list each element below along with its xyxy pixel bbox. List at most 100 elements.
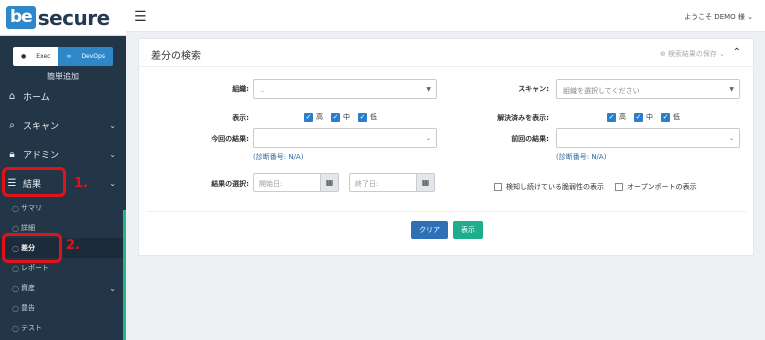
resolved-label: 解決済みを表示:	[497, 114, 549, 122]
sidebar-subitem-label: レポート	[21, 264, 49, 272]
sidebar-subitem-test[interactable]: ○ テスト	[0, 318, 126, 338]
exec-toggle[interactable]: ● Exec	[13, 47, 59, 66]
display-mid-checkbox[interactable]: ✓ 中	[331, 112, 350, 122]
bullet-icon: ○	[12, 323, 19, 333]
result-select-label: 結果の選択:	[211, 180, 249, 188]
divider	[139, 66, 753, 67]
resolved-severity-checkboxes: ✓ 高 ✓ 中 ✓ 低	[607, 112, 680, 122]
previous-result-label: 前回の結果:	[511, 135, 549, 143]
resolved-high-checkbox[interactable]: ✓ 高	[607, 112, 626, 122]
save-search-link[interactable]: ⊕ 検索結果の保存 ⌄	[660, 49, 725, 59]
exec-label: Exec	[36, 53, 51, 60]
checkbox-label: 検知し続けている脆弱性の表示	[506, 183, 604, 191]
calendar-icon[interactable]: ▦	[416, 174, 434, 191]
chevron-down-icon: ⌄	[109, 150, 116, 159]
scan-label: スキャン:	[518, 85, 549, 93]
chevron-down-icon: ⌄	[109, 283, 116, 293]
org-select[interactable]: .. ▼	[253, 79, 437, 99]
welcome-text: ようこそ DEMO 様	[684, 13, 745, 21]
user-menu[interactable]: ようこそ DEMO 様 ⌄	[684, 12, 753, 22]
org-label: 組織:	[232, 85, 249, 93]
search-icon: ⌕	[9, 120, 15, 131]
end-date-input[interactable]: 終了日: ▦	[349, 173, 435, 192]
start-date-placeholder: 開始日:	[259, 180, 283, 188]
checkbox-label: 低	[370, 113, 377, 121]
devops-icon: ∞	[66, 53, 72, 60]
logo-be: be	[6, 6, 36, 29]
caret-down-icon: ▼	[426, 86, 431, 93]
logo[interactable]: be secure	[0, 0, 126, 36]
clear-button[interactable]: クリア	[411, 221, 448, 239]
checkbox-label: 高	[316, 113, 323, 121]
display-high-checkbox[interactable]: ✓ 高	[304, 112, 323, 122]
sidebar-item-admin[interactable]: 🔒︎ アドミン ⌄	[0, 140, 126, 169]
sidebar-item-scan[interactable]: ⌕ スキャン ⌄	[0, 111, 126, 140]
previous-result-select[interactable]: ⌄	[556, 128, 740, 148]
sidebar-subitem-label: 詳細	[21, 224, 35, 232]
checkbox-unchecked-icon	[494, 183, 502, 191]
exec-dot-icon: ●	[21, 53, 27, 60]
checkbox-checked-icon: ✓	[661, 112, 670, 122]
sidebar-item-label: ホーム	[23, 93, 50, 103]
diff-search-panel: 差分の検索 ⊕ 検索結果の保存 ⌄ ⌃ 組織: .. ▼ スキャン: 組織を選択…	[138, 38, 754, 256]
org-select-value: ..	[260, 86, 265, 94]
sidebar-subitem-label: 資産	[21, 284, 35, 292]
bullet-icon: ○	[12, 263, 19, 273]
sidebar-subitem-summary[interactable]: ○ サマリ	[0, 198, 126, 218]
annotation-step-2: 2.	[66, 238, 80, 253]
checkbox-label: 中	[646, 113, 653, 121]
bullet-icon: ○	[12, 223, 19, 233]
sidebar-item-label: スキャン	[23, 122, 60, 132]
resolved-mid-checkbox[interactable]: ✓ 中	[634, 112, 653, 122]
checkbox-unchecked-icon	[615, 183, 623, 191]
start-date-input[interactable]: 開始日: ▦	[253, 173, 339, 192]
bullet-icon: ○	[12, 283, 19, 293]
sidebar-subitem-label: 豊告	[21, 304, 35, 312]
display-low-checkbox[interactable]: ✓ 低	[358, 112, 377, 122]
sidebar-item-home[interactable]: ⌂ ホーム	[0, 82, 126, 111]
scan-select[interactable]: 組織を選択してください ▼	[556, 79, 740, 99]
open-port-checkbox[interactable]: オープンポートの表示	[615, 182, 697, 192]
annotation-step-1: 1.	[74, 176, 88, 191]
mode-toggle[interactable]: ● Exec ∞ DevOps	[13, 47, 113, 66]
chevron-down-icon: ⌄	[747, 13, 753, 21]
divider	[147, 211, 747, 212]
sidebar-subitem-alerts[interactable]: ○ 豊告	[0, 298, 126, 318]
bullet-icon: ○	[12, 203, 19, 213]
resolved-low-checkbox[interactable]: ✓ 低	[661, 112, 680, 122]
calendar-icon[interactable]: ▦	[320, 174, 338, 191]
checkbox-checked-icon: ✓	[607, 112, 616, 122]
checkbox-checked-icon: ✓	[634, 112, 643, 122]
checkbox-label: 高	[619, 113, 626, 121]
current-result-select[interactable]: ⌄	[253, 128, 437, 148]
checkbox-label: 中	[343, 113, 350, 121]
home-icon: ⌂	[8, 91, 16, 102]
sidebar-item-label: アドミン	[23, 151, 60, 161]
devops-label: DevOps	[81, 53, 105, 60]
sidebar-subitem-label: サマリ	[21, 204, 42, 212]
sidebar-subitem-assets[interactable]: ○ 資産 ⌄	[0, 278, 126, 298]
checkbox-checked-icon: ✓	[304, 112, 313, 122]
checkbox-checked-icon: ✓	[358, 112, 367, 122]
bullet-icon: ○	[12, 303, 19, 313]
chevron-up-icon[interactable]: ⌃	[733, 47, 741, 58]
previous-scan-number: (診断番号: N/A)	[556, 153, 607, 161]
checkbox-label: オープンポートの表示	[627, 183, 697, 191]
checkbox-label: 低	[673, 113, 680, 121]
menu-icon[interactable]: ☰	[134, 9, 147, 25]
current-scan-number: (診断番号: N/A)	[253, 153, 304, 161]
simple-add-link[interactable]: 簡単追加	[0, 71, 126, 82]
persist-vuln-checkbox[interactable]: 検知し続けている脆弱性の表示	[494, 182, 604, 192]
caret-down-icon: ⌄	[728, 135, 734, 142]
lock-icon: 🔒︎	[9, 149, 15, 160]
mode-toggle-area: ● Exec ∞ DevOps 簡単追加	[0, 36, 126, 82]
end-date-placeholder: 終了日:	[355, 180, 379, 188]
checkbox-checked-icon: ✓	[331, 112, 340, 122]
annotation-box-diff	[2, 233, 62, 263]
caret-down-icon: ▼	[729, 86, 734, 93]
show-button[interactable]: 表示	[453, 221, 483, 239]
chevron-down-icon: ⌄	[109, 179, 116, 188]
devops-toggle[interactable]: ∞ DevOps	[58, 47, 113, 66]
display-severity-checkboxes: ✓ 高 ✓ 中 ✓ 低	[304, 112, 377, 122]
logo-secure: secure	[37, 5, 111, 30]
